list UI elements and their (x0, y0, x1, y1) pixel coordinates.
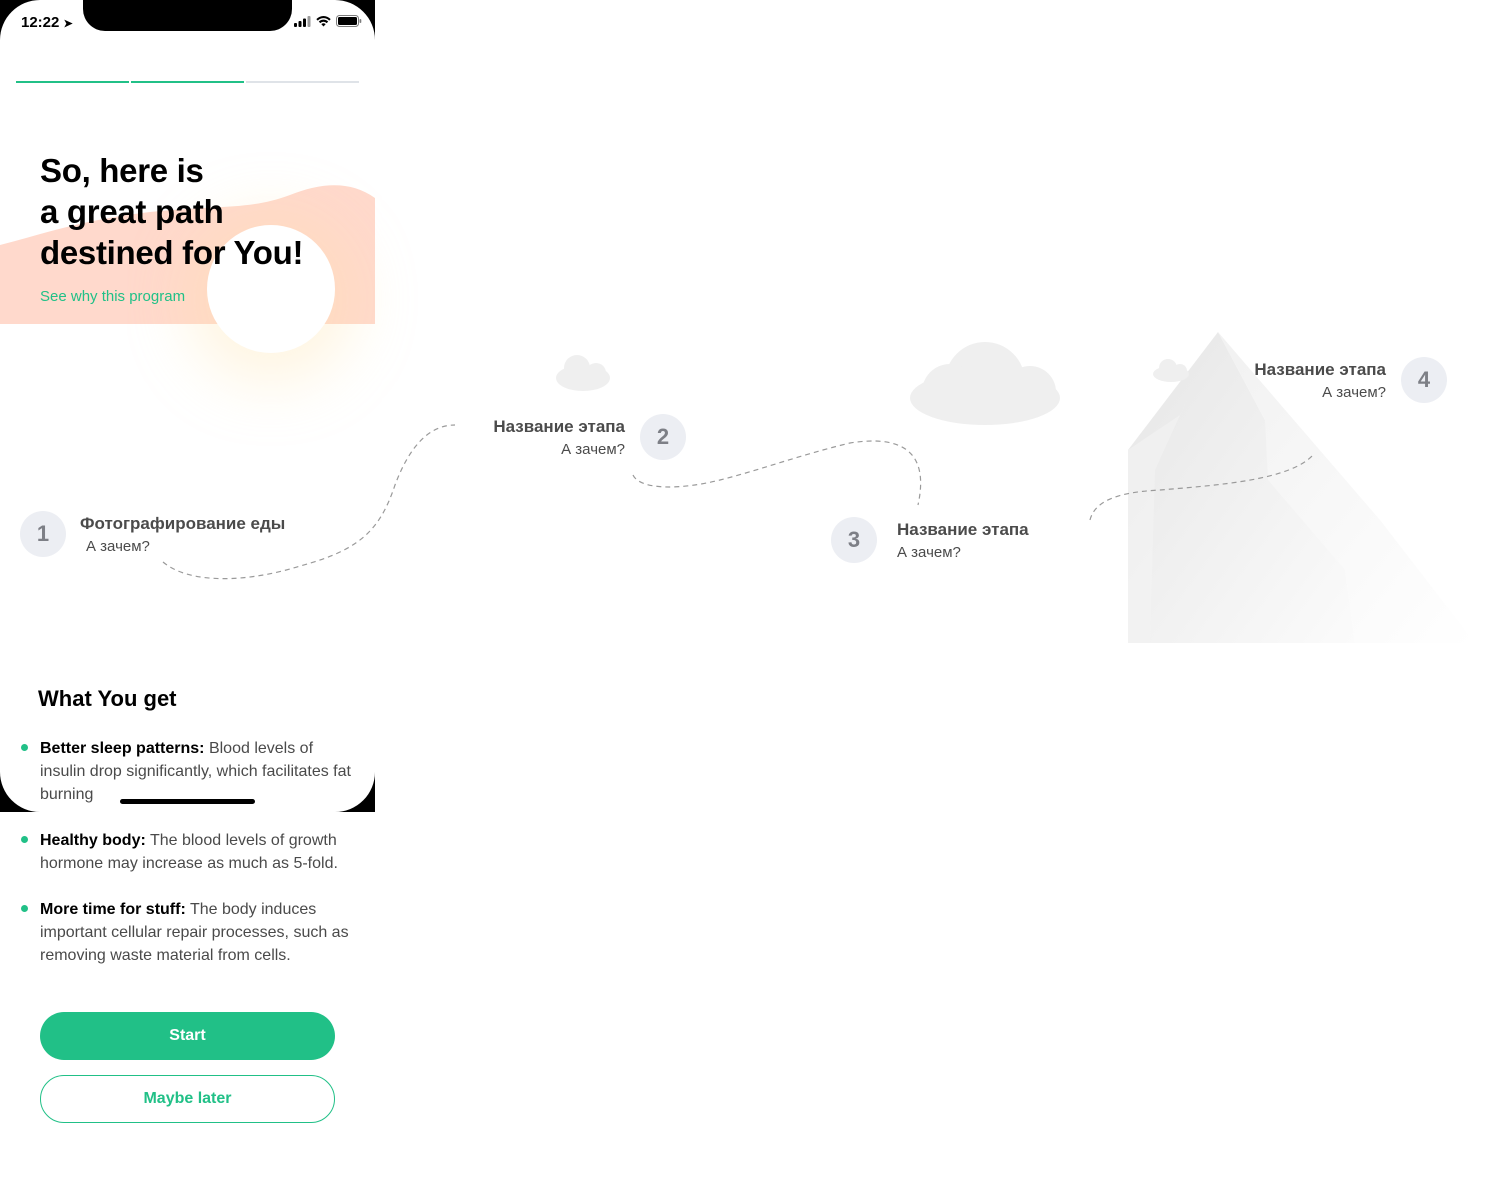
step-3-title[interactable]: Название этапа (897, 520, 1029, 540)
step-2-subtitle[interactable]: А зачем? (460, 441, 625, 458)
step-1-number-badge: 1 (20, 511, 66, 557)
bullet-dot (21, 744, 28, 751)
benefit-item-time: More time for stuff: The body induces im… (40, 901, 349, 964)
step-2-number-badge: 2 (640, 414, 686, 460)
benefit-item-sleep: Better sleep patterns: Blood levels of i… (40, 740, 351, 803)
bullet-dot (21, 836, 28, 843)
path-illustration (162, 332, 1475, 643)
benefits-title: What You get (38, 686, 177, 711)
step-4-number-badge: 4 (1401, 357, 1447, 403)
bullet-dot (21, 905, 28, 912)
step-2-title[interactable]: Название этапа (460, 417, 625, 437)
step-4-subtitle[interactable]: А зачем? (1220, 384, 1386, 401)
step-4-title[interactable]: Название этапа (1220, 360, 1386, 380)
cloud-tiny-icon (1153, 359, 1189, 382)
step-1-title[interactable]: Фотографирование еды (80, 514, 285, 534)
maybe-later-button[interactable]: Maybe later (40, 1075, 335, 1123)
step-1-subtitle[interactable]: А зачем? (86, 538, 150, 555)
benefit-item-body: Healthy body: The blood levels of growth… (40, 832, 338, 872)
step-3-subtitle[interactable]: А зачем? (897, 544, 961, 561)
step-3-number-badge: 3 (831, 517, 877, 563)
home-indicator (120, 799, 255, 804)
cloud-large-icon (910, 342, 1060, 425)
start-button[interactable]: Start (40, 1012, 335, 1060)
cloud-small-icon (556, 355, 610, 391)
